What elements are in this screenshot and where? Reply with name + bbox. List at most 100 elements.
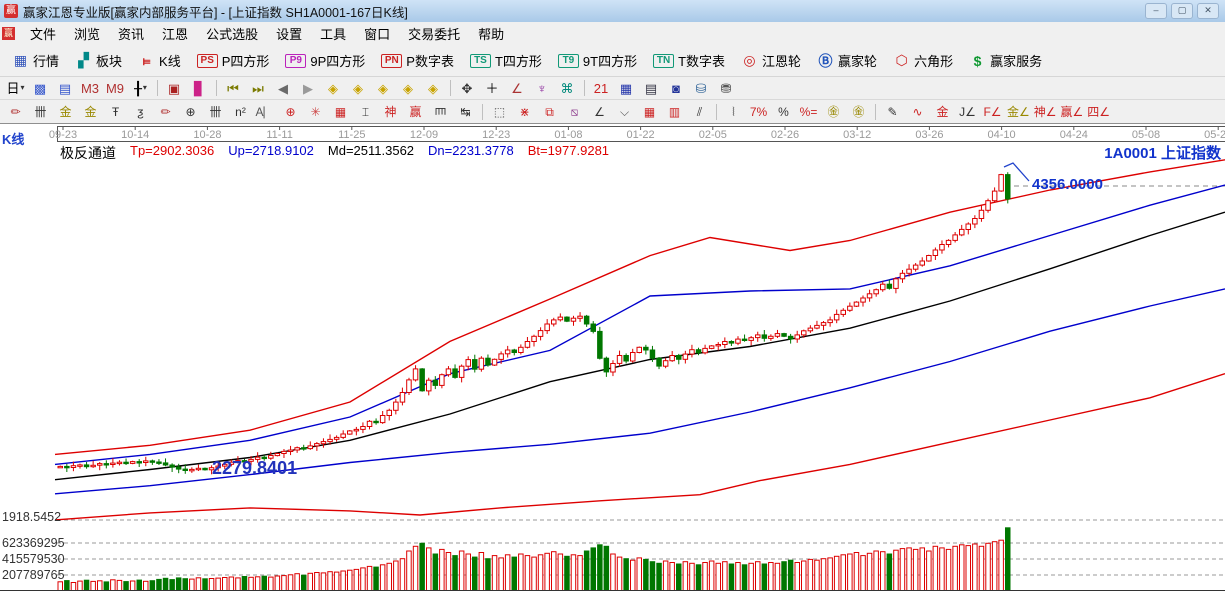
drawing-tool-button[interactable]: ⫽ xyxy=(688,102,711,122)
toolbar-button[interactable]: ◈ xyxy=(397,78,420,99)
drawing-tool-button[interactable]: ⌵ xyxy=(613,102,636,122)
toolbar-button[interactable]: ◈ xyxy=(347,78,370,99)
toolbar-button[interactable]: ◈ xyxy=(372,78,395,99)
toolbar-button[interactable]: ⛃ xyxy=(715,78,738,99)
drawing-tool-button[interactable]: ✎ xyxy=(881,102,904,122)
toolbar-button[interactable]: ⌘ xyxy=(556,78,579,99)
toolbar-button[interactable]: ▦ xyxy=(615,78,638,99)
drawing-tool-button[interactable]: 7% xyxy=(747,102,770,122)
toolbar-button[interactable]: ♆ xyxy=(531,78,554,99)
kline-corner-tab[interactable]: K线 xyxy=(2,129,24,148)
feature-button[interactable]: $ 赢家服务 xyxy=(961,47,1050,74)
drawing-tool-button[interactable]: ㊎ xyxy=(847,102,870,122)
drawing-tool-button[interactable]: ▥ xyxy=(663,102,686,122)
drawing-tool-button[interactable]: 四∠ xyxy=(1086,102,1111,122)
drawing-tool-button[interactable]: ∠ xyxy=(588,102,611,122)
drawing-tool-button[interactable]: J∠ xyxy=(956,102,979,122)
drawing-tool-button[interactable]: ↹ xyxy=(454,102,477,122)
drawing-tool-button[interactable]: 赢∠ xyxy=(1060,102,1085,122)
drawing-tool-button[interactable]: ∿ xyxy=(906,102,929,122)
toolbar-button[interactable]: ⏭ xyxy=(247,78,270,99)
menu-item[interactable]: 交易委托 xyxy=(399,22,469,45)
toolbar-button[interactable]: ▣ xyxy=(163,78,186,99)
feature-button[interactable]: ◎ 江恩轮 xyxy=(733,47,809,74)
drawing-tool-button[interactable]: ƺ xyxy=(129,102,152,122)
feature-button[interactable]: ⫢ K线 xyxy=(130,47,189,74)
feature-button[interactable]: T9 9T四方形 xyxy=(550,47,645,74)
toolbar-button[interactable]: ⏮ xyxy=(222,78,245,99)
feature-button[interactable]: ▦ 行情 xyxy=(4,47,67,74)
toolbar-button[interactable]: M3 xyxy=(79,78,102,99)
menu-item[interactable]: 江恩 xyxy=(153,22,197,45)
drawing-tool-button[interactable]: A⎸ xyxy=(254,102,277,122)
menu-item[interactable]: 设置 xyxy=(267,22,311,45)
drawing-tool-button[interactable]: ⧅ xyxy=(563,102,586,122)
toolbar-button[interactable]: ⛁ xyxy=(690,78,713,99)
drawing-tool-button[interactable]: 神∠ xyxy=(1033,102,1058,122)
toolbar-button[interactable]: ╂ ▾ xyxy=(129,78,152,99)
drawing-tool-button[interactable]: ⧉ xyxy=(538,102,561,122)
menu-item[interactable]: 文件 xyxy=(21,22,65,45)
feature-button[interactable]: PS P四方形 xyxy=(189,47,278,74)
feature-button[interactable]: Ⓑ 赢家轮 xyxy=(809,47,885,75)
close-button[interactable]: ✕ xyxy=(1197,3,1219,19)
maximize-button[interactable]: ▢ xyxy=(1171,3,1193,19)
drawing-tool-button[interactable]: 神 xyxy=(379,102,402,122)
feature-button[interactable]: ▞ 板块 xyxy=(67,47,130,74)
title-bar[interactable]: 赢 赢家江恩专业版[赢家内部服务平台] - [上证指数 SH1A0001-167… xyxy=(0,0,1225,23)
drawing-tool-button[interactable]: 金∠ xyxy=(1006,102,1031,122)
toolbar-button[interactable]: ▤ xyxy=(54,78,77,99)
drawing-tool-button[interactable]: ⌶ xyxy=(354,102,377,122)
drawing-tool-button[interactable]: n² xyxy=(229,102,252,122)
menu-item[interactable]: 公式选股 xyxy=(197,22,267,45)
toolbar-button[interactable]: ▶ xyxy=(297,78,320,99)
drawing-tool-button[interactable]: ⊕ xyxy=(279,102,302,122)
drawing-tool-button[interactable]: 金 xyxy=(54,102,77,122)
toolbar-button[interactable]: ▩ xyxy=(29,78,52,99)
drawing-tool-button[interactable]: F∠ xyxy=(981,102,1004,122)
drawing-tool-button[interactable]: ▦ xyxy=(329,102,352,122)
toolbar-button[interactable]: ◙ xyxy=(665,78,688,99)
toolbar-button[interactable]: ✥ xyxy=(456,78,479,99)
drawing-tool-button[interactable]: ✏ xyxy=(154,102,177,122)
toolbar-button[interactable]: 21 xyxy=(590,78,613,99)
drawing-tool-icon: 卌 xyxy=(34,104,47,119)
drawing-tool-button[interactable]: ⋇ xyxy=(513,102,536,122)
toolbar-button[interactable]: 日 ▾ xyxy=(4,78,27,99)
drawing-tool-button[interactable]: Ŧ xyxy=(104,102,127,122)
menu-item[interactable]: 浏览 xyxy=(65,22,109,45)
drawing-tool-button[interactable]: ✳ xyxy=(304,102,327,122)
menu-item[interactable]: 工具 xyxy=(311,22,355,45)
drawing-tool-button[interactable]: 赢 xyxy=(404,102,427,122)
drawing-tool-button[interactable]: ⊕ xyxy=(179,102,202,122)
toolbar-button[interactable]: ◈ xyxy=(422,78,445,99)
drawing-tool-button[interactable]: ✏ xyxy=(4,102,27,122)
drawing-tool-button[interactable]: 金 xyxy=(79,102,102,122)
toolbar-button[interactable]: ◈ xyxy=(322,78,345,99)
drawing-tool-button[interactable]: ⺵ xyxy=(429,102,452,122)
toolbar-button[interactable]: ▤ xyxy=(640,78,663,99)
menu-item[interactable]: 窗口 xyxy=(355,22,399,45)
drawing-tool-button[interactable]: % xyxy=(772,102,795,122)
toolbar-button[interactable]: ▊ xyxy=(188,78,211,99)
drawing-tool-button[interactable]: 卌 xyxy=(29,102,52,122)
menu-item[interactable]: 帮助 xyxy=(469,22,513,45)
feature-button[interactable]: P9 9P四方形 xyxy=(277,47,373,74)
drawing-tool-button[interactable]: 金 xyxy=(931,102,954,122)
feature-button[interactable]: TS T四方形 xyxy=(462,47,550,74)
drawing-tool-button[interactable]: %= xyxy=(797,102,820,122)
feature-button[interactable]: ⬡ 六角形 xyxy=(885,47,961,74)
feature-button[interactable]: PN P数字表 xyxy=(373,47,462,74)
drawing-tool-button[interactable]: 卌 xyxy=(204,102,227,122)
toolbar-button[interactable]: ◀ xyxy=(272,78,295,99)
drawing-tool-button[interactable]: ⬚ xyxy=(488,102,511,122)
toolbar-button[interactable]: M9 xyxy=(104,78,127,99)
drawing-tool-button[interactable]: ㊎ xyxy=(822,102,845,122)
minimize-button[interactable]: ‒ xyxy=(1145,3,1167,19)
feature-button[interactable]: TN T数字表 xyxy=(645,47,733,74)
menu-item[interactable]: 资讯 xyxy=(109,22,153,45)
drawing-tool-button[interactable]: ⦚ xyxy=(722,102,745,122)
toolbar-button[interactable]: ∠ xyxy=(506,78,529,99)
drawing-tool-button[interactable]: ▦ xyxy=(638,102,661,122)
toolbar-button[interactable]: ＋ xyxy=(481,78,504,99)
